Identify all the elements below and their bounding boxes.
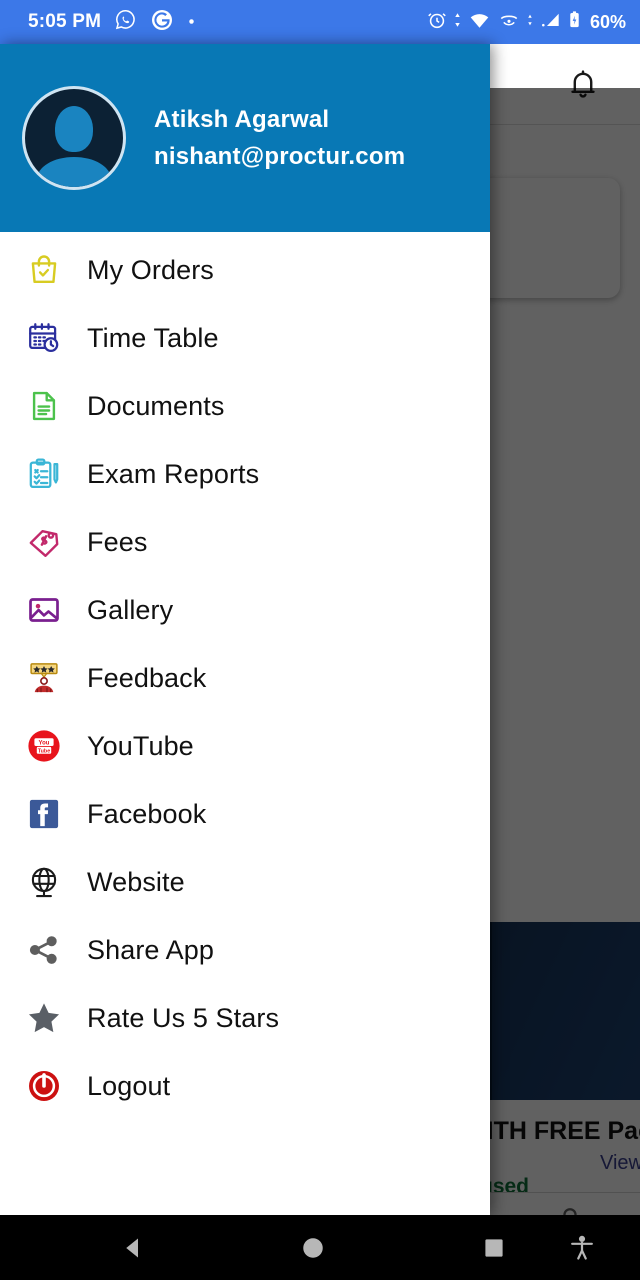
user-info: Atiksh Agarwal nishant@proctur.com (154, 106, 405, 171)
cast-icon (497, 9, 521, 36)
clipboard-pen-icon (22, 452, 66, 496)
google-icon (150, 8, 174, 37)
shopping-bag-check-icon (22, 248, 66, 292)
user-email: nishant@proctur.com (154, 142, 406, 170)
whatsapp-icon (114, 8, 137, 36)
menu-item-my-orders[interactable]: My Orders (0, 236, 490, 304)
menu-item-label: Fees (87, 526, 148, 557)
battery-percent: 60% (589, 11, 626, 32)
share-icon (22, 928, 66, 972)
menu-item-logout[interactable]: Logout (0, 1052, 490, 1120)
recents-square-icon[interactable] (482, 1236, 506, 1260)
menu-item-label: My Orders (87, 254, 214, 285)
menu-item-label: Website (87, 866, 185, 897)
dot-indicator-icon (187, 13, 196, 31)
navigation-drawer: Atiksh Agarwal nishant@proctur.com My Or… (0, 44, 490, 1215)
back-triangle-icon[interactable] (118, 1233, 148, 1263)
promo-title: XITH FREE Packe (470, 1117, 640, 1145)
menu-item-label: Rate Us 5 Stars (87, 1002, 280, 1033)
star-icon (22, 996, 66, 1040)
signal-icon (539, 9, 563, 36)
menu-item-time-table[interactable]: Time Table (0, 304, 490, 372)
wifi-icon (467, 9, 492, 36)
menu-item-label: Gallery (87, 594, 174, 625)
bottom-nav-profile[interactable]: Profile (470, 1193, 640, 1215)
person-icon (553, 1204, 587, 1215)
status-bar: 5:05 PM 60% (0, 0, 640, 44)
svg-text:Tube: Tube (38, 748, 50, 754)
alarm-icon (426, 9, 448, 36)
menu-item-exam-reports[interactable]: Exam Reports (0, 440, 490, 508)
menu-item-facebook[interactable]: Facebook (0, 780, 490, 848)
status-bar-right: 60% (426, 9, 626, 36)
status-bar-clock: 5:05 PM (28, 11, 102, 32)
image-icon (22, 588, 66, 632)
menu-item-documents[interactable]: Documents (0, 372, 490, 440)
promo-banner-image[interactable] (488, 922, 640, 1100)
mobile-data-icon (526, 10, 534, 35)
document-icon (22, 384, 66, 428)
svg-text:You: You (39, 740, 50, 746)
price-tag-icon (22, 520, 66, 564)
drawer-header: Atiksh Agarwal nishant@proctur.com (0, 44, 490, 232)
drawer-menu: My Orders Time Table Documents Exam Repo… (0, 232, 490, 1120)
menu-item-label: Exam Reports (87, 458, 260, 489)
menu-item-label: Documents (87, 390, 225, 421)
data-transfer-icon (453, 9, 462, 36)
menu-item-label: YouTube (87, 730, 194, 761)
avatar[interactable] (22, 86, 126, 190)
menu-item-youtube[interactable]: You Tube YouTube (0, 712, 490, 780)
menu-item-label: Logout (87, 1070, 171, 1101)
home-circle-icon[interactable] (300, 1235, 326, 1261)
menu-item-share-app[interactable]: Share App (0, 916, 490, 984)
menu-item-gallery[interactable]: Gallery (0, 576, 490, 644)
power-off-icon (22, 1064, 66, 1108)
promo-view-link[interactable]: View (600, 1152, 640, 1175)
menu-item-website[interactable]: Website (0, 848, 490, 916)
menu-item-feedback[interactable]: Feedback (0, 644, 490, 712)
bell-icon[interactable] (566, 66, 600, 102)
menu-item-label: Time Table (87, 322, 219, 353)
phone-screen: ils please com/ XITH FREE Packe View use… (0, 0, 640, 1280)
menu-item-fees[interactable]: Fees (0, 508, 490, 576)
menu-item-label: Feedback (87, 662, 207, 693)
globe-icon (22, 860, 66, 904)
accessibility-icon[interactable] (568, 1234, 596, 1262)
feedback-stars-icon (22, 656, 66, 700)
battery-icon (568, 9, 581, 36)
menu-item-rate-us[interactable]: Rate Us 5 Stars (0, 984, 490, 1052)
user-name: Atiksh Agarwal (154, 105, 330, 133)
menu-item-label: Facebook (87, 798, 207, 829)
system-navigation-bar (0, 1215, 640, 1280)
youtube-icon: You Tube (22, 724, 66, 768)
status-bar-left: 5:05 PM (28, 8, 196, 37)
calendar-clock-icon (22, 316, 66, 360)
menu-item-label: Share App (87, 934, 215, 965)
facebook-icon (22, 792, 66, 836)
